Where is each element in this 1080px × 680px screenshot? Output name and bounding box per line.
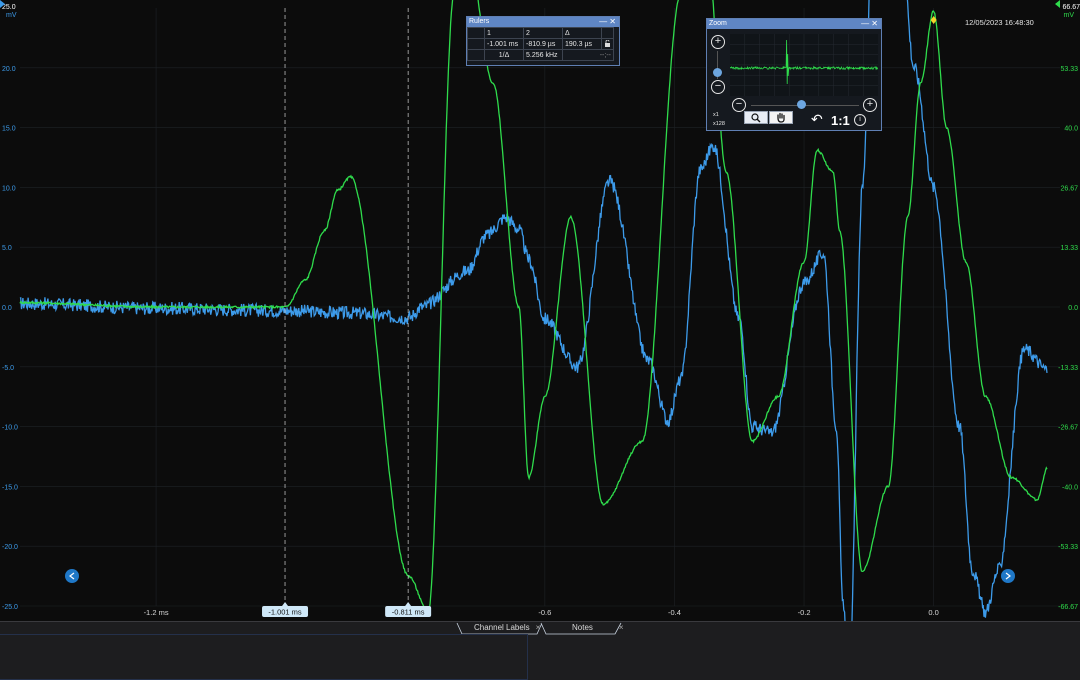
scroll-right-button[interactable] — [1001, 569, 1015, 583]
left-axis-unit: mV — [6, 12, 17, 19]
ruler-header-1: 1 — [484, 27, 524, 39]
ruler-inverse-label: 1/Δ — [484, 49, 524, 61]
ruler-header-2: 2 — [523, 27, 563, 39]
zoom-ratio-button[interactable]: 1:1 — [831, 113, 850, 128]
undo-icon[interactable]: ↶ — [811, 111, 823, 128]
zoom-out-vertical-button[interactable]: − — [711, 80, 725, 94]
left-axis-top-label: 25.0 — [2, 4, 16, 11]
tab-channel-labels[interactable]: Channel Labels × — [474, 622, 540, 634]
left-axis-tick-label: -20.0 — [2, 544, 18, 551]
lock-icon[interactable] — [601, 38, 614, 50]
right-axis-tick-label: 40.0 — [1064, 126, 1078, 133]
right-axis-tick-label: -26.67 — [1058, 425, 1078, 432]
right-axis-tick-label: -66.67 — [1058, 604, 1078, 611]
rulers-window[interactable]: Rulers — ✕ 1 2 Δ -1.001 ms -810.9 µs 190… — [466, 16, 620, 66]
left-axis-tick-label: 10.0 — [2, 185, 16, 192]
notes-content-area[interactable] — [0, 634, 528, 680]
right-axis-tick-label: -53.33 — [1058, 544, 1078, 551]
close-icon[interactable]: ✕ — [871, 19, 878, 28]
x-axis-tick-label: -1.2 ms — [144, 608, 169, 617]
x-axis-tick-label: 0.0 — [928, 608, 938, 617]
left-axis-tick-label: -15.0 — [2, 484, 18, 491]
ruler-value-delta: 190.3 µs — [562, 38, 602, 50]
left-axis-tick-label: 20.0 — [2, 66, 16, 73]
right-axis-tick-label: 0.0 — [1068, 305, 1078, 312]
bottom-notes-panel: Channel Labels × Notes × — [0, 621, 1080, 680]
tab-channel-labels-label: Channel Labels — [474, 623, 530, 632]
zoom-x128-label: x128 — [713, 121, 725, 127]
zoom-in-horizontal-button[interactable]: + — [863, 98, 877, 112]
zoom-window[interactable]: Zoom — ✕ + − − + x1 x128 ↶ 1:1 i — [706, 18, 882, 131]
vertical-zoom-handle[interactable] — [713, 68, 722, 77]
rulers-window-controls[interactable]: — ✕ — [599, 17, 616, 27]
right-axis-tick-label: -13.33 — [1058, 365, 1078, 372]
left-axis-tick-label: -25.0 — [2, 604, 18, 611]
x-axis-tick-label: -0.6 — [538, 608, 551, 617]
zoom-title-bar[interactable]: Zoom — ✕ — [707, 19, 881, 29]
zoom-title: Zoom — [709, 20, 727, 27]
right-axis-tick-label: 13.33 — [1060, 245, 1078, 252]
tab-notes[interactable]: Notes × — [572, 622, 624, 634]
close-icon[interactable]: ✕ — [609, 17, 616, 26]
rulers-title-bar[interactable]: Rulers — ✕ — [467, 17, 619, 27]
x-axis-tick-label: -0.4 — [668, 608, 681, 617]
horizontal-zoom-handle[interactable] — [797, 100, 806, 109]
right-axis-tick-label: 53.33 — [1060, 66, 1078, 73]
hand-icon[interactable] — [769, 111, 793, 124]
ruler-label-2: -0.811 ms — [392, 608, 425, 617]
zoom-in-vertical-button[interactable]: + — [711, 35, 725, 49]
scroll-left-button[interactable] — [65, 569, 79, 583]
rulers-title: Rulers — [469, 18, 490, 25]
zoom-window-controls[interactable]: — ✕ — [861, 19, 878, 29]
zoom-x1-label: x1 — [713, 112, 719, 118]
left-axis-tick-label: 15.0 — [2, 126, 16, 133]
zoom-out-horizontal-button[interactable]: − — [732, 98, 746, 112]
ruler-inverse-value: 5.256 kHz — [523, 49, 563, 61]
minimize-icon[interactable]: — — [599, 17, 607, 26]
ruler-inverse-extra: --;-- — [562, 49, 614, 61]
left-axis-tick-label: 0.0 — [2, 305, 12, 312]
timestamp: 12/05/2023 16:48:30 — [965, 18, 1034, 27]
magnify-icon[interactable] — [744, 111, 768, 124]
left-axis-tick-label: 5.0 — [2, 245, 12, 252]
ruler-value-2: -810.9 µs — [523, 38, 563, 50]
ruler-label-1: -1.001 ms — [268, 608, 302, 617]
rulers-table: 1 2 Δ -1.001 ms -810.9 µs 190.3 µs 1/Δ 5… — [467, 27, 614, 61]
oscilloscope-plot[interactable]: 20.015.010.05.00.0-5.0-10.0-15.0-20.0-25… — [0, 0, 1080, 621]
left-axis-tick-label: -5.0 — [2, 365, 14, 372]
right-axis-unit: mV — [1064, 12, 1075, 19]
zoom-overview-thumbnail[interactable] — [730, 34, 878, 96]
tab-notes-label: Notes — [572, 623, 593, 632]
right-axis-top-label: 66.67 — [1062, 4, 1080, 11]
ruler-header-delta: Δ — [562, 27, 602, 39]
left-axis-tick-label: -10.0 — [2, 425, 18, 432]
info-icon[interactable]: i — [854, 114, 866, 126]
right-axis-tick-label: -40.0 — [1062, 484, 1078, 491]
x-axis-tick-label: -0.2 — [798, 608, 811, 617]
ruler-value-1: -1.001 ms — [484, 38, 524, 50]
close-icon[interactable]: × — [619, 623, 624, 632]
right-axis-tick-label: 26.67 — [1060, 185, 1078, 192]
minimize-icon[interactable]: — — [861, 19, 869, 28]
close-icon[interactable]: × — [536, 623, 541, 632]
